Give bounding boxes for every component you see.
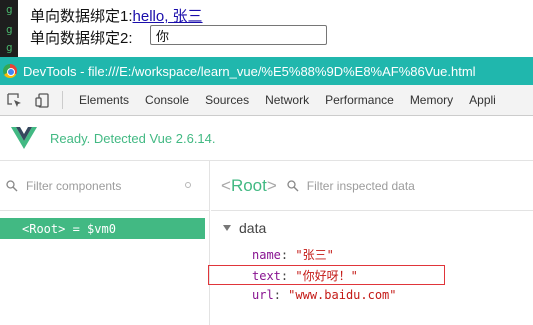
component-root-item[interactable]: <Root> = $vm0 [0,218,205,239]
binding-2-label: 单向数据绑定2: [30,30,133,47]
tab-separator [62,91,63,109]
tab-console[interactable]: Console [137,85,197,115]
vue-ready-status: Ready. Detected Vue 2.6.14. [50,130,216,146]
filter-components-input[interactable] [26,178,176,193]
prop-key: url [252,288,274,302]
tab-performance[interactable]: Performance [317,85,402,115]
selected-component-title: <Root> [221,175,277,195]
component-tree-pane: <Root> = $vm0 [0,161,210,325]
chrome-icon [3,64,17,78]
search-icon [287,179,299,191]
caret-down-icon [223,225,231,231]
tab-memory[interactable]: Memory [402,85,461,115]
data-prop-row[interactable]: name: "张三" [252,246,334,263]
data-section-toggle[interactable]: data [223,220,266,236]
search-icon [6,179,18,191]
gutter-glyph: g [6,23,13,36]
highlight-annotation-box [208,265,445,285]
selected-component-name: Root [230,175,267,195]
devtools-window-title: DevTools - file:///E:/workspace/learn_vu… [23,63,476,79]
prop-value: "张三" [295,248,334,262]
inspect-element-icon[interactable] [0,85,28,115]
gutter-glyph: g [6,41,13,54]
filter-components-row [0,161,209,211]
vue-devtools-header: Ready. Detected Vue 2.6.14. [0,116,533,161]
prop-value: "www.baidu.com" [288,288,397,302]
binding-row-1: 单向数据绑定1:hello, 张三 [30,5,203,26]
devtools-titlebar: DevTools - file:///E:/workspace/learn_vu… [0,57,533,85]
inspector-pane: <Root> data name: "张三" text: "你好呀！" url:… [211,161,533,325]
inspector-header: <Root> [211,161,533,211]
data-section-label: data [239,220,267,236]
filter-inspected-input[interactable] [306,178,457,193]
vue-logo-icon [11,127,37,149]
binding-row-2: 单向数据绑定2: [30,27,133,48]
binding-1-label: 单向数据绑定1: [30,8,133,25]
tab-sources[interactable]: Sources [197,85,257,115]
devtools-tabbar: Elements Console Sources Network Perform… [0,85,533,116]
binding-2-input[interactable] [150,25,327,45]
tab-network[interactable]: Network [257,85,317,115]
select-component-icon[interactable] [185,182,191,188]
data-prop-row[interactable]: url: "www.baidu.com" [252,288,397,302]
gutter-glyph: g [6,3,13,16]
prop-key: name [252,248,281,262]
binding-1-link[interactable]: hello, 张三 [133,8,203,25]
editor-gutter-strip: g g g [0,0,18,57]
tab-application[interactable]: Appli [461,85,504,115]
device-toolbar-icon[interactable] [28,85,56,115]
tab-elements[interactable]: Elements [71,85,137,115]
